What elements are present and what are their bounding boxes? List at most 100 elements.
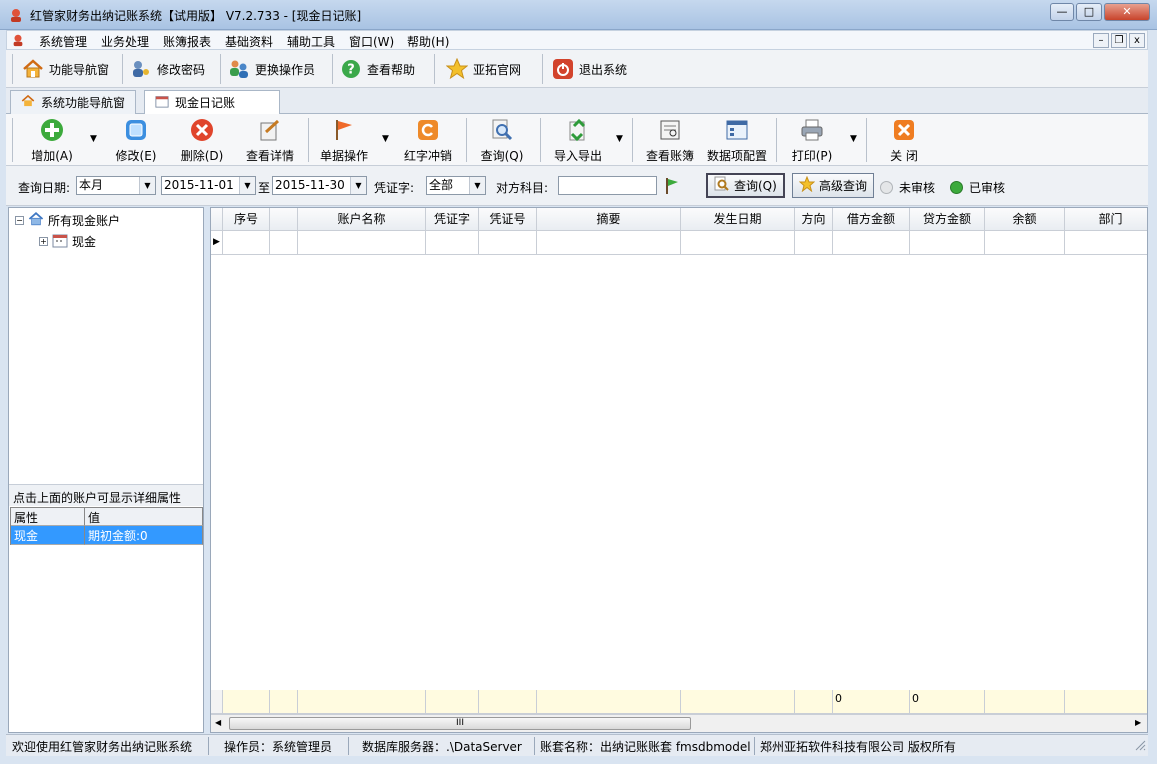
data-config-button[interactable]: 数据项配置 xyxy=(704,118,770,164)
col-direction[interactable]: 方向 xyxy=(795,208,833,231)
mdi-close-button[interactable]: x xyxy=(1129,33,1145,48)
col-debit[interactable]: 借方金额 xyxy=(833,208,910,231)
menu-help[interactable]: 帮助(H) xyxy=(407,33,449,50)
voucher-type-select[interactable]: 全部 ▼ xyxy=(426,176,486,195)
table-cell[interactable] xyxy=(426,231,479,255)
status-db-server: 数据库服务器：.\DataServer xyxy=(362,740,522,754)
app-logo-icon xyxy=(11,9,21,22)
tab-cash-journal[interactable]: 现金日记账 xyxy=(144,90,280,114)
table-cell[interactable] xyxy=(270,231,298,255)
document-ops-button[interactable]: 单据操作 xyxy=(310,118,378,164)
col-blank[interactable] xyxy=(270,208,298,231)
col-credit[interactable]: 贷方金额 xyxy=(910,208,985,231)
table-cell[interactable] xyxy=(795,231,833,255)
help-icon: ? xyxy=(340,58,362,80)
property-row[interactable]: 现金 期初金额:0 xyxy=(10,526,203,545)
close-tab-button[interactable]: 关 闭 xyxy=(870,118,938,164)
table-cell[interactable] xyxy=(910,231,985,255)
mdi-restore-button[interactable]: ❐ xyxy=(1111,33,1127,48)
tree-root[interactable]: − 所有现金账户 xyxy=(15,211,120,230)
nav-window-button[interactable]: 功能导航窗 xyxy=(22,56,109,82)
col-account-name[interactable]: 账户名称 xyxy=(298,208,426,231)
print-button[interactable]: 打印(P) xyxy=(778,118,846,164)
table-cell[interactable] xyxy=(985,231,1065,255)
col-summary[interactable]: 摘要 xyxy=(537,208,681,231)
table-cell[interactable] xyxy=(1065,231,1147,255)
scroll-thumb[interactable]: III xyxy=(229,717,691,730)
chevron-down-icon: ▼ xyxy=(469,177,485,194)
power-icon xyxy=(552,58,574,80)
view-detail-button[interactable]: 查看详情 xyxy=(236,118,304,164)
menu-basedata[interactable]: 基础资料 xyxy=(225,33,273,50)
expand-icon[interactable]: + xyxy=(39,237,48,246)
switch-operator-button[interactable]: 更换操作员 xyxy=(228,56,315,82)
col-voucher-no[interactable]: 凭证号 xyxy=(479,208,537,231)
status-welcome: 欢迎使用红管家财务出纳记账系统 xyxy=(12,740,193,754)
col-voucher-type[interactable]: 凭证字 xyxy=(426,208,479,231)
red-reverse-button[interactable]: 红字冲销 xyxy=(394,118,462,164)
col-department[interactable]: 部门 xyxy=(1065,208,1147,231)
import-export-button[interactable]: 导入导出 xyxy=(544,118,612,164)
print-dropdown-icon[interactable]: ▼ xyxy=(850,134,857,144)
table-cell[interactable] xyxy=(223,231,270,255)
query-submit-button[interactable]: 查询(Q) xyxy=(706,173,785,198)
maximize-button[interactable]: □ xyxy=(1076,3,1102,21)
add-dropdown-icon[interactable]: ▼ xyxy=(90,134,97,144)
resize-grip-icon[interactable] xyxy=(1134,739,1146,754)
tree-item-cash[interactable]: + 现金 xyxy=(39,232,96,251)
menu-system[interactable]: 系统管理 xyxy=(39,33,87,50)
col-date[interactable]: 发生日期 xyxy=(681,208,795,231)
table-cell[interactable] xyxy=(833,231,910,255)
scroll-left-icon[interactable]: ◀ xyxy=(215,718,221,727)
footer-cell xyxy=(223,690,270,714)
footer-cell xyxy=(298,690,426,714)
main-toolbar: 功能导航窗 修改密码 更换操作员 ? 查看帮助 亚拓官网 退出系统 xyxy=(6,50,1148,88)
calendar-icon xyxy=(155,94,169,111)
col-balance[interactable]: 余额 xyxy=(985,208,1065,231)
flag-icon[interactable] xyxy=(664,177,680,198)
scroll-right-icon[interactable]: ▶ xyxy=(1135,718,1141,727)
table-cell[interactable] xyxy=(298,231,426,255)
document-tabs: 系统功能导航窗 现金日记账 xyxy=(6,88,1148,114)
action-toolbar: 增加(A) ▼ 修改(E) 删除(D) 查看详情 单据操作 ▼ 红字冲销 查询(… xyxy=(6,114,1148,166)
counter-account-input[interactable] xyxy=(558,176,657,195)
audited-radio[interactable]: 已审核 xyxy=(950,179,1005,196)
app-menu-icon[interactable] xyxy=(11,33,25,47)
table-cell[interactable] xyxy=(537,231,681,255)
date-range-select[interactable]: 本月 ▼ xyxy=(76,176,156,195)
date-from-picker[interactable]: 2015-11-01 ▼ xyxy=(161,176,256,195)
minimize-button[interactable]: — xyxy=(1050,3,1074,21)
delete-button[interactable]: 删除(D) xyxy=(168,118,236,164)
table-cell[interactable] xyxy=(681,231,795,255)
property-grid: 属性 值 现金 期初金额:0 xyxy=(10,507,203,545)
date-to-picker[interactable]: 2015-11-30 ▼ xyxy=(272,176,367,195)
advanced-search-icon xyxy=(798,175,816,195)
view-ledger-button[interactable]: 查看账簿 xyxy=(636,118,704,164)
footer-cell xyxy=(479,690,537,714)
table-cell[interactable] xyxy=(479,231,537,255)
website-button[interactable]: 亚拓官网 xyxy=(446,56,521,82)
import-export-dropdown-icon[interactable]: ▼ xyxy=(616,134,623,144)
exit-system-button[interactable]: 退出系统 xyxy=(552,56,627,82)
close-window-button[interactable]: ✕ xyxy=(1104,3,1150,21)
document-ops-dropdown-icon[interactable]: ▼ xyxy=(382,134,389,144)
menu-tools[interactable]: 辅助工具 xyxy=(287,33,335,50)
query-button[interactable]: 查询(Q) xyxy=(468,118,536,164)
unaudited-radio[interactable]: 未审核 xyxy=(880,179,935,196)
add-button[interactable]: 增加(A) xyxy=(18,118,86,164)
col-seq[interactable]: 序号 xyxy=(223,208,270,231)
horizontal-scrollbar[interactable]: ◀ III ▶ xyxy=(211,714,1147,732)
menu-reports[interactable]: 账簿报表 xyxy=(163,33,211,50)
menu-window[interactable]: 窗口(W) xyxy=(349,33,394,50)
tab-nav-window[interactable]: 系统功能导航窗 xyxy=(10,90,137,114)
edit-button[interactable]: 修改(E) xyxy=(102,118,170,164)
change-password-button[interactable]: 修改密码 xyxy=(130,56,205,82)
collapse-icon[interactable]: − xyxy=(15,216,24,225)
advanced-query-button[interactable]: 高级查询 xyxy=(792,173,875,198)
flag-icon xyxy=(332,118,356,142)
menu-business[interactable]: 业务处理 xyxy=(101,33,149,50)
mdi-minimize-button[interactable]: – xyxy=(1093,33,1109,48)
config-icon xyxy=(725,118,749,142)
footer-debit-total: 0 xyxy=(833,690,910,714)
help-button[interactable]: ? 查看帮助 xyxy=(340,56,415,82)
